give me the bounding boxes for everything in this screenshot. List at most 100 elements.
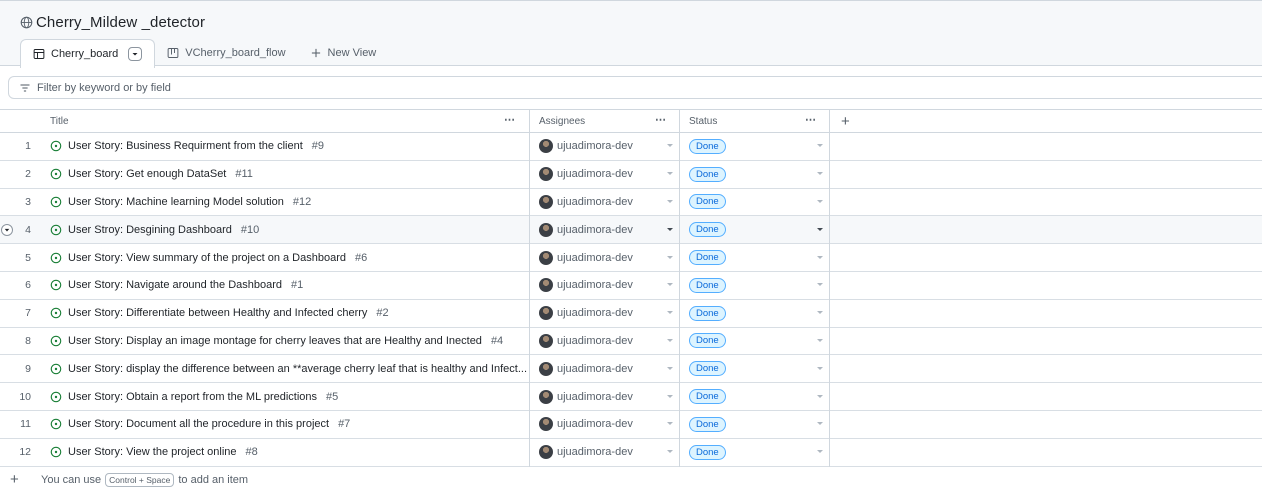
title-cell[interactable]: User Story: Business Requirment from the… [50, 133, 528, 160]
filter-input[interactable]: Filter by keyword or by field [8, 76, 1262, 99]
assignee-dropdown-icon[interactable] [667, 172, 673, 176]
status-cell[interactable]: Done [689, 411, 827, 438]
column-header-assignees[interactable]: Assignees ⋯ [539, 110, 679, 133]
title-cell[interactable]: User Story: Display an image montage for… [50, 328, 528, 355]
tab-options-button[interactable] [128, 47, 143, 61]
status-dropdown-icon[interactable] [817, 199, 823, 203]
assignee-dropdown-icon[interactable] [667, 144, 673, 148]
assignee-cell[interactable]: ujuadimora-dev [539, 133, 677, 160]
issue-title-link[interactable]: User Story: Machine learning Model solut… [68, 196, 284, 208]
status-dropdown-icon[interactable] [817, 144, 823, 148]
assignee-dropdown-icon[interactable] [667, 283, 673, 287]
assignee-dropdown-icon[interactable] [667, 394, 673, 398]
assignee-dropdown-icon[interactable] [667, 450, 673, 454]
title-cell[interactable]: User Story: View summary of the project … [50, 244, 528, 271]
table-row[interactable]: 3 User Story: Machine learning Model solu… [0, 189, 1262, 217]
assignee-dropdown-icon[interactable] [667, 199, 673, 203]
assignee-dropdown-icon[interactable] [667, 422, 673, 426]
column-header-status[interactable]: Status ⋯ [689, 110, 829, 133]
title-cell[interactable]: User Stroy: Desgining Dashboard #10 [50, 216, 528, 243]
assignee-cell[interactable]: ujuadimora-dev [539, 439, 677, 466]
project-title[interactable]: Cherry_Mildew _detector [36, 14, 205, 31]
issue-title-link[interactable]: User Story: Document all the procedure i… [68, 418, 329, 430]
status-cell[interactable]: Done [689, 383, 827, 410]
issue-title-link[interactable]: User Story: View the project online [68, 446, 237, 458]
issue-title-link[interactable]: User Story: Display an image montage for… [68, 335, 482, 347]
assignee-cell[interactable]: ujuadimora-dev [539, 355, 677, 382]
title-cell[interactable]: User Story: Navigate around the Dashboar… [50, 272, 528, 299]
status-dropdown-icon[interactable] [817, 227, 823, 231]
table-row[interactable]: 2 User Story: Get enough DataSet #11 ujuadi… [0, 161, 1262, 189]
status-dropdown-icon[interactable] [817, 422, 823, 426]
assignee-dropdown-icon[interactable] [667, 366, 673, 370]
table-row[interactable]: 5 User Story: View summary of the project… [0, 244, 1262, 272]
title-cell[interactable]: User Story: Differentiate between Health… [50, 300, 528, 327]
assignee-cell[interactable]: ujuadimora-dev [539, 189, 677, 216]
status-cell[interactable]: Done [689, 328, 827, 355]
status-dropdown-icon[interactable] [817, 311, 823, 315]
row-number: 9 [25, 362, 31, 375]
table-row[interactable]: 1 User Story: Business Requirment from th… [0, 133, 1262, 161]
title-cell[interactable]: User Story: Get enough DataSet #11 [50, 161, 528, 188]
status-dropdown-icon[interactable] [817, 283, 823, 287]
issue-title-link[interactable]: User Stroy: Desgining Dashboard [68, 224, 232, 236]
assignee-cell[interactable]: ujuadimora-dev [539, 328, 677, 355]
issue-title-link[interactable]: User Story: Obtain a report from the ML … [68, 391, 317, 403]
assignee-dropdown-icon[interactable] [667, 227, 673, 231]
status-cell[interactable]: Done [689, 355, 827, 382]
column-menu-button[interactable]: ⋯ [805, 113, 817, 126]
table-row[interactable]: 8 User Story: Display an image montage fo… [0, 328, 1262, 356]
new-view-button[interactable]: New View [298, 39, 389, 67]
status-cell[interactable]: Done [689, 133, 827, 160]
status-dropdown-icon[interactable] [817, 450, 823, 454]
status-cell[interactable]: Done [689, 439, 827, 466]
table-row[interactable]: 12 User Story: View the project online #8 u… [0, 439, 1262, 467]
assignee-dropdown-icon[interactable] [667, 311, 673, 315]
assignee-cell[interactable]: ujuadimora-dev [539, 216, 677, 243]
column-menu-button[interactable]: ⋯ [504, 113, 516, 126]
add-field-button[interactable]: + [841, 110, 855, 133]
table-row[interactable]: 11 User Story: Document all the procedure… [0, 411, 1262, 439]
status-cell[interactable]: Done [689, 244, 827, 271]
tab-vcherry-board-flow[interactable]: VCherry_board_flow [155, 39, 297, 67]
table-row[interactable]: 4 User Stroy: Desgining Dashboard #10 ujuad… [0, 216, 1262, 245]
add-item-row[interactable]: + You can use Control + Space to add an … [0, 470, 1262, 490]
status-cell[interactable]: Done [689, 300, 827, 327]
assignee-cell[interactable]: ujuadimora-dev [539, 272, 677, 299]
tab-cherry-board[interactable]: Cherry_board [20, 39, 156, 68]
status-cell[interactable]: Done [689, 189, 827, 216]
assignee-cell[interactable]: ujuadimora-dev [539, 383, 677, 410]
issue-title-link[interactable]: User Story: Business Requirment from the… [68, 140, 303, 152]
title-cell[interactable]: User Story: View the project online #8 [50, 439, 528, 466]
assignee-dropdown-icon[interactable] [667, 255, 673, 259]
status-dropdown-icon[interactable] [817, 338, 823, 342]
issue-title-link[interactable]: User Story: display the difference betwe… [68, 363, 527, 375]
status-dropdown-icon[interactable] [817, 255, 823, 259]
title-cell[interactable]: User Story: Machine learning Model solut… [50, 189, 528, 216]
issue-title-link[interactable]: User Story: View summary of the project … [68, 252, 346, 264]
status-cell[interactable]: Done [689, 272, 827, 299]
status-cell[interactable]: Done [689, 161, 827, 188]
title-cell[interactable]: User Story: Document all the procedure i… [50, 411, 528, 438]
status-cell[interactable]: Done [689, 216, 827, 243]
table-row[interactable]: 7 User Story: Differentiate between Healt… [0, 300, 1262, 328]
add-item-plus-icon[interactable]: + [10, 471, 19, 488]
assignee-dropdown-icon[interactable] [667, 338, 673, 342]
title-cell[interactable]: User Story: Obtain a report from the ML … [50, 383, 528, 410]
column-menu-button[interactable]: ⋯ [655, 113, 667, 126]
title-cell[interactable]: User Story: display the difference betwe… [50, 355, 528, 382]
status-dropdown-icon[interactable] [817, 366, 823, 370]
issue-title-link[interactable]: User Story: Get enough DataSet [68, 168, 226, 180]
issue-title-link[interactable]: User Story: Differentiate between Health… [68, 307, 367, 319]
table-row[interactable]: 6 User Story: Navigate around the Dashboa… [0, 272, 1262, 300]
table-row[interactable]: 10 User Story: Obtain a report from the M… [0, 383, 1262, 411]
status-dropdown-icon[interactable] [817, 172, 823, 176]
table-row[interactable]: 9 User Story: display the difference betw… [0, 355, 1262, 384]
status-dropdown-icon[interactable] [817, 394, 823, 398]
assignee-cell[interactable]: ujuadimora-dev [539, 161, 677, 188]
assignee-cell[interactable]: ujuadimora-dev [539, 244, 677, 271]
assignee-cell[interactable]: ujuadimora-dev [539, 300, 677, 327]
issue-title-link[interactable]: User Story: Navigate around the Dashboar… [68, 279, 282, 291]
column-header-title[interactable]: Title ⋯ [50, 110, 528, 133]
assignee-cell[interactable]: ujuadimora-dev [539, 411, 677, 438]
